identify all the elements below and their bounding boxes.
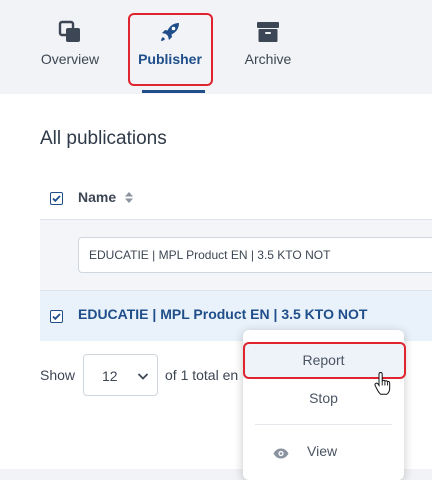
menu-item-view[interactable]: View [243, 433, 404, 469]
table-header-row: Name [40, 178, 432, 220]
tab-archive-label: Archive [244, 51, 292, 67]
tab-overview[interactable]: Overview [30, 14, 110, 88]
publication-name-link[interactable]: EDUCATIE | MPL Product EN | 3.5 KTO NOT [78, 306, 367, 322]
tab-publisher[interactable]: Publisher [128, 14, 212, 88]
sort-icon[interactable] [124, 191, 134, 204]
hand-cursor-icon [373, 371, 393, 396]
page-size-value: 12 [102, 368, 118, 384]
copy-icon [58, 20, 82, 44]
top-tab-bar: Overview Publisher Archive [0, 0, 432, 94]
tab-archive[interactable]: Archive [228, 14, 308, 88]
tab-publisher-label: Publisher [138, 51, 202, 67]
row-context-menu: Report Stop View [243, 330, 404, 480]
eye-icon [273, 446, 289, 459]
filter-row [40, 220, 432, 290]
name-filter-input[interactable] [78, 237, 432, 273]
row-checkbox[interactable] [50, 310, 63, 323]
tab-overview-label: Overview [40, 51, 100, 67]
menu-divider [255, 424, 392, 425]
menu-item-report-label: Report [302, 352, 345, 368]
select-all-checkbox[interactable] [50, 192, 63, 205]
column-header-name[interactable]: Name [78, 189, 116, 205]
chevron-down-icon [137, 369, 149, 381]
menu-item-view-label: View [307, 443, 338, 459]
page-size-select[interactable]: 12 [83, 354, 158, 396]
total-count-label: of 1 total en [165, 367, 239, 383]
show-label: Show [40, 367, 76, 383]
page-title: All publications [40, 128, 167, 149]
archive-box-icon [256, 20, 280, 44]
active-tab-indicator [142, 90, 205, 93]
rocket-icon [158, 20, 182, 44]
